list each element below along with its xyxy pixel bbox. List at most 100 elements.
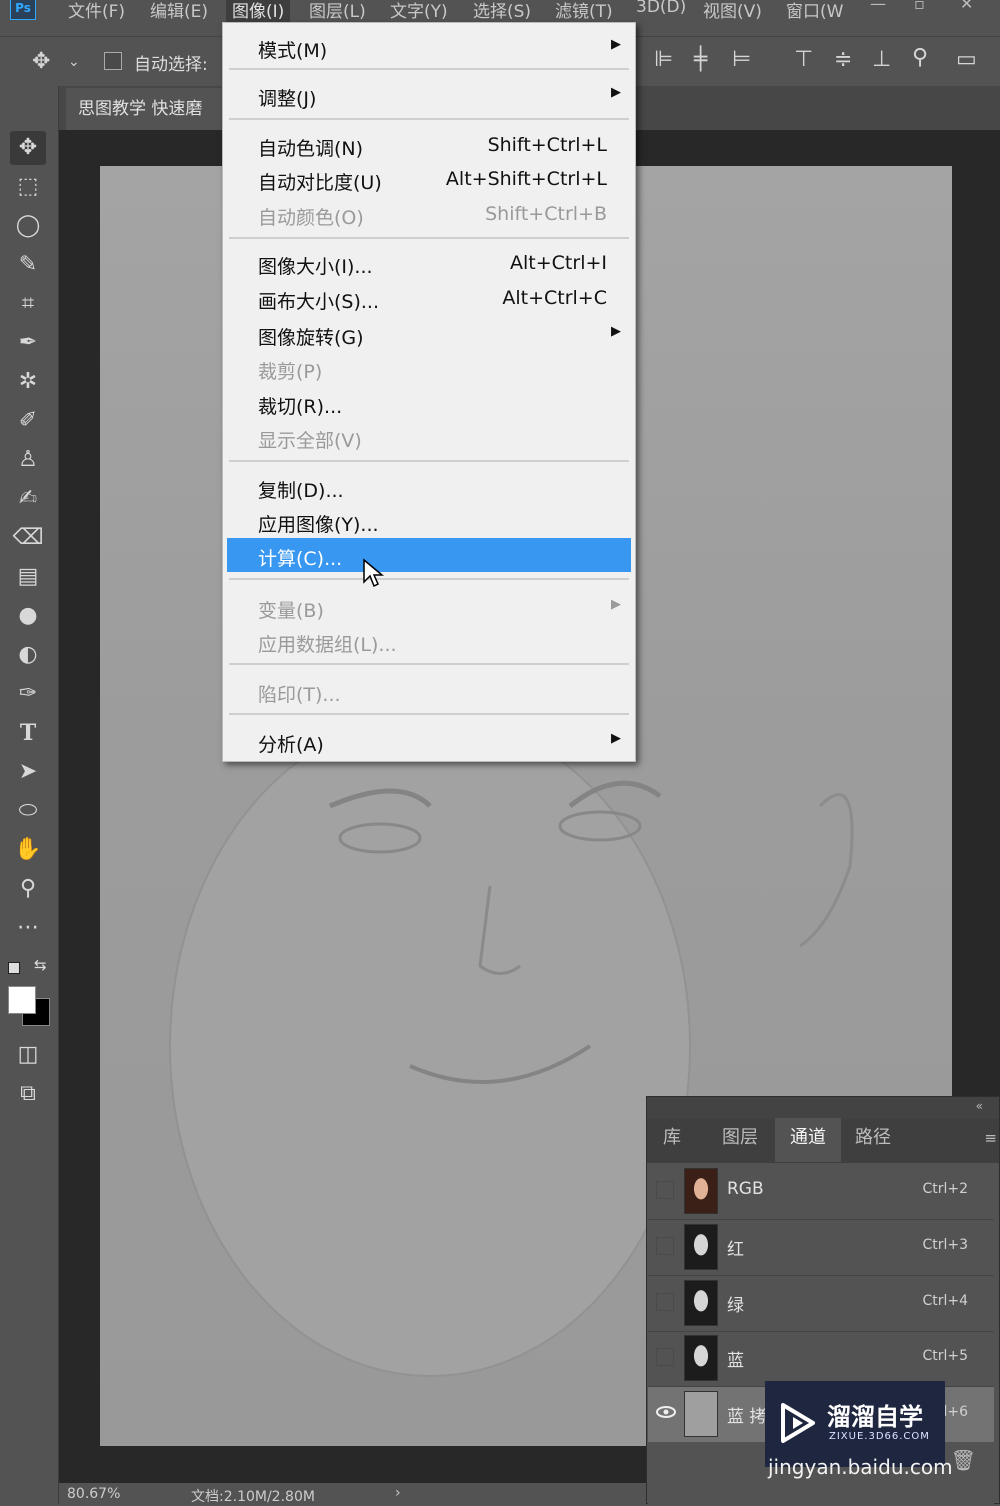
default-colors-icon[interactable]	[8, 962, 20, 974]
foreground-color-swatch[interactable]	[8, 986, 36, 1014]
dodge-tool-icon[interactable]: ◐	[10, 638, 46, 672]
panel-tab-0[interactable]: 库	[650, 1118, 694, 1162]
channel-row[interactable]: 蓝 Ctrl+5	[648, 1331, 994, 1387]
menu-1[interactable]: 编辑(E)	[150, 0, 208, 22]
panel-menu-icon[interactable]: ≡	[984, 1129, 997, 1147]
visibility-toggle[interactable]	[656, 1237, 674, 1255]
menu-3[interactable]: 图层(L)	[309, 0, 366, 22]
channel-row[interactable]: 红 Ctrl+3	[648, 1220, 994, 1276]
workspace-icon[interactable]: ▭	[956, 49, 977, 71]
visibility-toggle[interactable]	[656, 1293, 674, 1311]
menu-9[interactable]: 窗口(W	[786, 0, 843, 22]
submenu-arrow-icon: ▶	[611, 85, 621, 100]
watermark-domain: ZIXUE.3D66.COM	[829, 1431, 930, 1442]
chevron-right-icon[interactable]: ›	[395, 1485, 401, 1501]
menu-item-7[interactable]: 图像旋转(G) ▶	[223, 320, 635, 350]
menu-item-label: 调整(J)	[258, 88, 317, 110]
zoom-level[interactable]: 80.67%	[67, 1486, 120, 1502]
search-icon[interactable]: ⚲	[912, 47, 928, 69]
panel-tab-2[interactable]: 通道	[775, 1118, 841, 1162]
channel-row[interactable]: 绿 Ctrl+4	[648, 1276, 994, 1332]
brush-tool-icon[interactable]: ✐	[10, 404, 46, 438]
menu-item-label: 裁切(R)...	[258, 396, 343, 418]
menu-item-1[interactable]: 调整(J) ▶	[223, 81, 635, 111]
align-center-icon[interactable]: ╪	[694, 49, 707, 71]
distribute-bottom-icon[interactable]: ⊥	[872, 49, 891, 71]
menu-item-label: 裁剪(P)	[258, 361, 323, 383]
channel-name: 蓝	[727, 1351, 744, 1371]
move-tool-icon[interactable]: ✥	[32, 51, 50, 73]
swap-colors-icon[interactable]: ⇆	[34, 956, 47, 974]
menu-item-label: 自动色调(N)	[258, 138, 364, 160]
menu-4[interactable]: 文字(Y)	[390, 0, 448, 22]
menu-item-0[interactable]: 模式(M) ▶	[223, 33, 635, 63]
channel-name: 绿	[727, 1296, 744, 1316]
close-icon[interactable]: ✕	[960, 0, 973, 13]
document-tab[interactable]: 思图教学 快速磨	[66, 88, 226, 130]
menu-item-9[interactable]: 裁切(R)...	[223, 389, 635, 419]
clone-stamp-tool-icon[interactable]: ♙	[10, 443, 46, 477]
eye-icon[interactable]	[656, 1404, 676, 1422]
collapse-panel-icon[interactable]: «	[976, 1099, 983, 1113]
eraser-tool-icon[interactable]: ⌫	[10, 521, 46, 555]
chevron-down-icon[interactable]: ⌄	[68, 55, 80, 69]
menu-item-4[interactable]: 自动颜色(O) Shift+Ctrl+B	[223, 200, 635, 230]
marquee-tool-icon[interactable]: ⬚	[10, 170, 46, 204]
channel-row[interactable]: RGB Ctrl+2	[648, 1164, 994, 1220]
minimize-icon[interactable]: —	[870, 0, 886, 13]
auto-select-checkbox[interactable]	[104, 52, 122, 70]
menu-item-8[interactable]: 裁剪(P)	[223, 354, 635, 384]
hand-tool-icon[interactable]: ✋	[10, 833, 46, 867]
menu-2[interactable]: 图像(I)	[226, 0, 291, 22]
panel-tab-1[interactable]: 图层	[707, 1118, 773, 1162]
menu-item-15[interactable]: 应用数据组(L)...	[223, 627, 635, 657]
quick-mask-icon[interactable]: ◫	[10, 1038, 46, 1072]
quick-select-tool-icon[interactable]: ✎	[10, 248, 46, 282]
menu-item-6[interactable]: 画布大小(S)... Alt+Ctrl+C	[223, 284, 635, 314]
crop-tool-icon[interactable]: ⌗	[10, 287, 46, 321]
distribute-middle-icon[interactable]: ≑	[834, 49, 852, 71]
type-tool-icon[interactable]: T	[10, 716, 46, 750]
menu-item-10[interactable]: 显示全部(V)	[223, 423, 635, 453]
menu-7[interactable]: 3D(D)	[636, 0, 686, 17]
menu-6[interactable]: 滤镜(T)	[555, 0, 613, 22]
play-logo-icon	[781, 1403, 815, 1443]
menu-item-2[interactable]: 自动色调(N) Shift+Ctrl+L	[223, 131, 635, 161]
align-right-icon[interactable]: ⊨	[732, 49, 751, 71]
delete-channel-icon[interactable]: 🗑	[951, 1448, 976, 1472]
eyedropper-tool-icon[interactable]: ✒	[10, 326, 46, 360]
more-tools-icon[interactable]: ⋯	[10, 911, 46, 945]
history-brush-tool-icon[interactable]: ✍	[10, 482, 46, 516]
menu-item-16[interactable]: 陷印(T)...	[223, 677, 635, 707]
menu-item-11[interactable]: 复制(D)...	[223, 473, 635, 503]
maximize-icon[interactable]: ▫	[914, 0, 925, 13]
menu-item-label: 图像大小(I)...	[258, 256, 373, 278]
lasso-tool-icon[interactable]: ◯	[10, 209, 46, 243]
menu-item-13[interactable]: 计算(C)...	[227, 538, 631, 572]
menu-item-5[interactable]: 图像大小(I)... Alt+Ctrl+I	[223, 249, 635, 279]
panel-tab-3[interactable]: 路径	[842, 1118, 904, 1162]
menu-item-12[interactable]: 应用图像(Y)...	[223, 507, 635, 537]
menu-item-17[interactable]: 分析(A) ▶	[223, 727, 635, 757]
menu-item-shortcut: Shift+Ctrl+B	[485, 203, 607, 225]
watermark-brand: 溜溜自学	[827, 1403, 923, 1431]
align-left-icon[interactable]: ⊫	[654, 49, 673, 71]
ellipse-tool-icon[interactable]: ⬭	[10, 794, 46, 828]
menu-0[interactable]: 文件(F)	[68, 0, 125, 22]
channel-thumbnail	[684, 1391, 718, 1437]
menu-5[interactable]: 选择(S)	[473, 0, 531, 22]
visibility-toggle[interactable]	[656, 1181, 674, 1199]
menu-item-14[interactable]: 变量(B) ▶	[223, 593, 635, 623]
healing-brush-tool-icon[interactable]: ✲	[10, 365, 46, 399]
blur-tool-icon[interactable]: ●	[10, 599, 46, 633]
move-tool-icon[interactable]: ✥	[10, 131, 46, 165]
visibility-toggle[interactable]	[656, 1348, 674, 1366]
screen-mode-icon[interactable]: ⧉	[10, 1077, 46, 1111]
distribute-top-icon[interactable]: ⊤	[794, 49, 813, 71]
path-select-tool-icon[interactable]: ➤	[10, 755, 46, 789]
menu-item-3[interactable]: 自动对比度(U) Alt+Shift+Ctrl+L	[223, 165, 635, 195]
menu-8[interactable]: 视图(V)	[703, 0, 762, 22]
zoom-tool-icon[interactable]: ⚲	[10, 872, 46, 906]
gradient-tool-icon[interactable]: ▤	[10, 560, 46, 594]
pen-tool-icon[interactable]: ✑	[10, 677, 46, 711]
